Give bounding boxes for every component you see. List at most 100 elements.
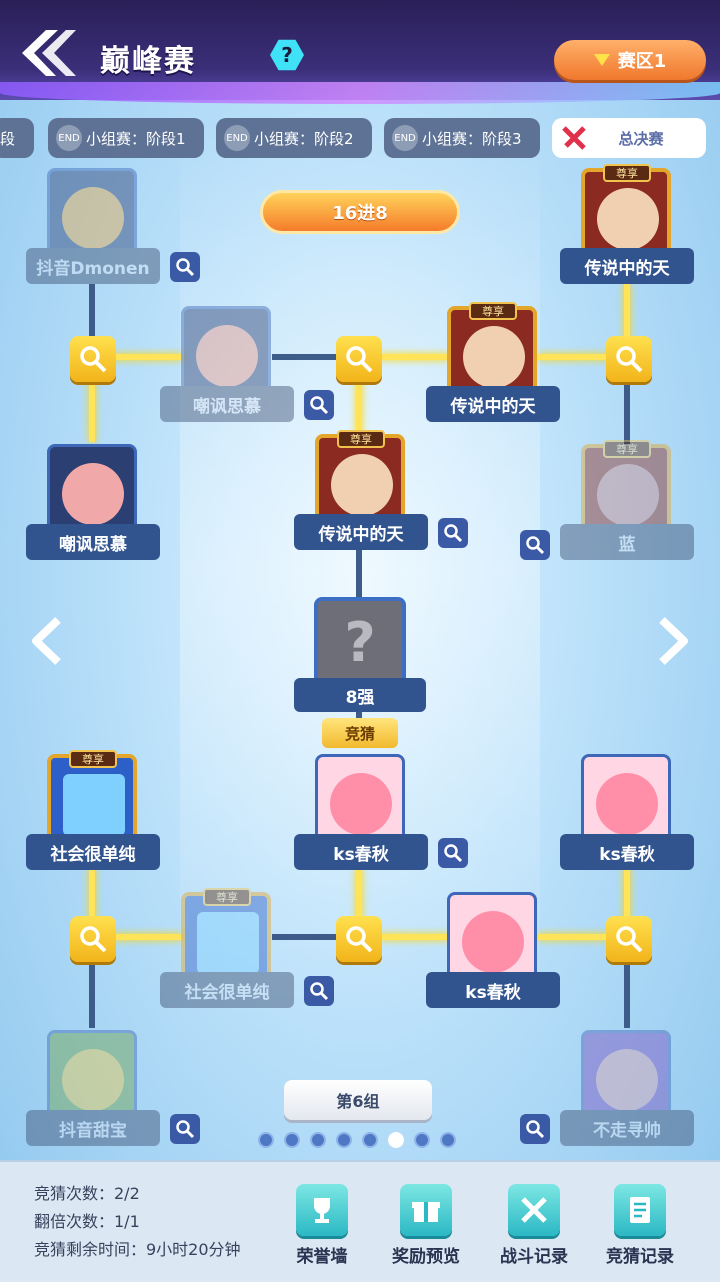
bracket-line-winner	[89, 868, 95, 920]
bracket-line-winner	[624, 868, 630, 920]
next-group-arrow[interactable]	[654, 616, 694, 666]
header-bar: 巅峰赛 ? 赛区1	[0, 0, 720, 104]
vip-tag: 尊享	[469, 302, 517, 320]
tab-finals[interactable]: 总决赛	[552, 118, 706, 158]
player-name: 不走寻帅	[560, 1110, 694, 1146]
button-label: 竞猜记录	[606, 1247, 674, 1267]
zoom-button[interactable]	[520, 530, 550, 560]
zoom-button[interactable]	[170, 252, 200, 282]
header-wave-decoration	[0, 82, 720, 104]
zoom-button[interactable]	[520, 1114, 550, 1144]
bracket-line-winner	[356, 380, 362, 434]
player-card-right-lower[interactable]: ks春秋	[560, 754, 694, 870]
page-dot[interactable]	[440, 1132, 456, 1148]
page-dot[interactable]	[336, 1132, 352, 1148]
player-card-left-lower[interactable]: 尊享 社会很单纯	[26, 750, 160, 870]
end-badge: END	[224, 125, 250, 151]
page-dot[interactable]	[362, 1132, 378, 1148]
magnifier-icon	[346, 346, 373, 373]
page-dot-current[interactable]	[388, 1132, 404, 1148]
zoom-match-button[interactable]	[606, 336, 652, 382]
back-button[interactable]	[16, 28, 78, 78]
vip-tag: 尊享	[603, 440, 651, 458]
bracket-line-winner	[624, 284, 630, 340]
player-card-mid-right-lower[interactable]: ks春秋	[426, 892, 560, 1008]
player-card-bottom-left[interactable]: 抖音甜宝	[26, 1030, 160, 1146]
gift-icon	[400, 1184, 452, 1236]
magnifier-icon	[616, 346, 643, 373]
zoom-button[interactable]	[304, 390, 334, 420]
tab-previous-stage[interactable]: 段	[0, 118, 34, 158]
tab-group-stage-2[interactable]: END 小组赛：阶段2	[216, 118, 372, 158]
player-card-bottom-right[interactable]: 不走寻帅	[560, 1030, 694, 1146]
button-label: 战斗记录	[500, 1247, 568, 1267]
magnifier-icon	[526, 1120, 545, 1139]
group-label-button[interactable]: 第6组	[284, 1080, 432, 1120]
region-select-button[interactable]: 赛区1	[554, 40, 706, 80]
tab-label: 总决赛	[618, 129, 664, 148]
avatar	[315, 754, 405, 844]
player-card-center-upper[interactable]: 尊享 传说中的天	[294, 430, 428, 550]
help-icon[interactable]: ?	[270, 39, 304, 71]
top8-label: 8强	[294, 678, 426, 712]
player-card-top-left[interactable]: 抖音Dmonen	[26, 168, 160, 284]
player-name: 传说中的天	[426, 386, 560, 422]
avatar	[47, 168, 137, 258]
player-name: 嘲讽思慕	[160, 386, 294, 422]
reward-preview-button[interactable]: 奖励预览	[380, 1184, 470, 1274]
player-name: 传说中的天	[560, 248, 694, 284]
page-dot[interactable]	[284, 1132, 300, 1148]
player-card-center-lower[interactable]: ks春秋	[294, 754, 428, 870]
guess-record-button[interactable]: 竞猜记录	[594, 1184, 684, 1274]
stage-tabs: 段 END 小组赛：阶段1 END 小组赛：阶段2 END 小组赛：阶段3 总决…	[0, 118, 720, 160]
honor-wall-button[interactable]: 荣誉墙	[276, 1184, 366, 1274]
tab-group-stage-1[interactable]: END 小组赛：阶段1	[48, 118, 204, 158]
guess-button[interactable]: 竞猜	[322, 718, 398, 748]
back-arrow-icon	[22, 30, 76, 76]
tab-group-stage-3[interactable]: END 小组赛：阶段3	[384, 118, 540, 158]
player-name: 抖音Dmonen	[26, 248, 160, 284]
bracket-line	[89, 284, 95, 340]
player-card-mid-left-lower[interactable]: 尊享 社会很单纯	[160, 888, 294, 1008]
player-name: ks春秋	[560, 834, 694, 870]
magnifier-icon	[80, 346, 107, 373]
player-name: 社会很单纯	[160, 972, 294, 1008]
zoom-match-button[interactable]	[336, 916, 382, 962]
zoom-match-button[interactable]	[70, 336, 116, 382]
magnifier-icon	[310, 396, 329, 415]
player-card-top-right[interactable]: 尊享 传说中的天	[560, 164, 694, 284]
region-label: 赛区1	[617, 51, 667, 72]
zoom-button[interactable]	[438, 838, 468, 868]
round-badge: 16进8	[260, 190, 460, 234]
page-dot[interactable]	[258, 1132, 274, 1148]
page-dot[interactable]	[310, 1132, 326, 1148]
player-card-mid-left-upper[interactable]: 嘲讽思慕	[160, 306, 294, 422]
previous-group-arrow[interactable]	[26, 616, 66, 666]
double-count-text: 翻倍次数：1/1	[34, 1212, 140, 1231]
zoom-button[interactable]	[304, 976, 334, 1006]
zoom-match-button[interactable]	[70, 916, 116, 962]
crossed-swords-icon	[508, 1184, 560, 1236]
zoom-button[interactable]	[438, 518, 468, 548]
battle-record-button[interactable]: 战斗记录	[488, 1184, 578, 1274]
vip-tag: 尊享	[203, 888, 251, 906]
avatar	[581, 1030, 671, 1120]
player-card-left-upper[interactable]: 嘲讽思慕	[26, 444, 160, 560]
avatar	[447, 892, 537, 982]
player-name: ks春秋	[426, 972, 560, 1008]
avatar	[181, 306, 271, 396]
bracket-line	[89, 960, 95, 1028]
vip-tag: 尊享	[603, 164, 651, 182]
player-card-mid-right-upper[interactable]: 尊享 传说中的天	[426, 302, 560, 422]
vip-tag: 尊享	[69, 750, 117, 768]
player-card-right-upper[interactable]: 尊享 蓝	[560, 440, 694, 560]
player-name: 嘲讽思慕	[26, 524, 160, 560]
button-label: 奖励预览	[392, 1247, 460, 1267]
page-title: 巅峰赛	[100, 44, 196, 79]
avatar	[581, 754, 671, 844]
zoom-match-button[interactable]	[336, 336, 382, 382]
player-name: 蓝	[560, 524, 694, 560]
page-dot[interactable]	[414, 1132, 430, 1148]
zoom-match-button[interactable]	[606, 916, 652, 962]
zoom-button[interactable]	[170, 1114, 200, 1144]
